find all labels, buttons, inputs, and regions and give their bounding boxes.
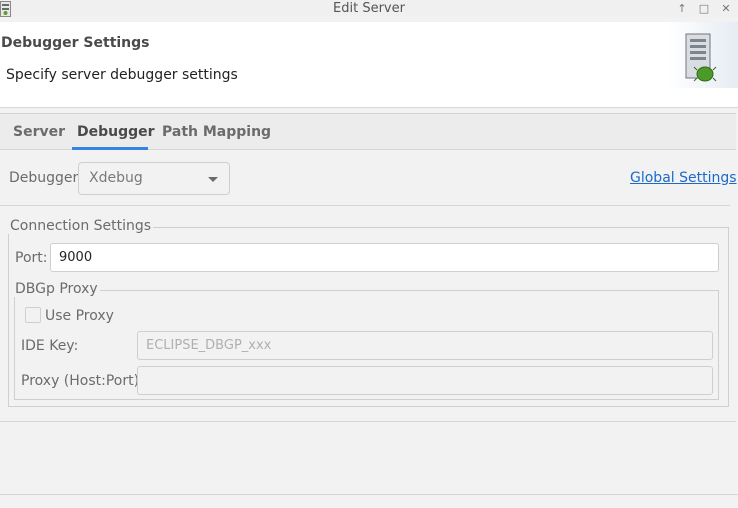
tab-path-mapping[interactable]: Path Mapping	[162, 114, 271, 151]
maximize-icon: □	[698, 2, 710, 15]
divider	[0, 205, 730, 206]
ide-key-field[interactable]: ECLIPSE_DBGP_xxx	[137, 331, 713, 360]
tab-bar: Server Debugger Path Mapping	[0, 113, 736, 150]
dbgp-proxy-title: DBGp Proxy	[13, 281, 100, 297]
debugger-label: Debugger:	[9, 170, 83, 186]
page-description: Specify server debugger settings	[6, 67, 238, 83]
close-icon: ✕	[721, 2, 731, 15]
footer-divider	[0, 494, 738, 495]
page-title: Debugger Settings	[1, 35, 150, 51]
use-proxy-label: Use Proxy	[45, 308, 114, 324]
title-bar: Edit Server ↑ □ ✕	[0, 0, 738, 17]
tab-server[interactable]: Server	[13, 114, 65, 151]
port-field[interactable]: 9000	[50, 243, 719, 272]
window-title: Edit Server	[333, 1, 405, 16]
port-label: Port:	[15, 250, 48, 266]
arrow-up-icon: ↑	[677, 2, 687, 15]
chevron-down-icon	[208, 177, 218, 182]
use-proxy-checkbox[interactable]	[25, 307, 41, 323]
pin-button[interactable]: ↑	[674, 0, 690, 17]
server-debug-icon	[668, 22, 738, 88]
ide-key-label: IDE Key:	[21, 338, 79, 354]
tab-debugger[interactable]: Debugger	[77, 114, 155, 151]
debugger-select[interactable]: Xdebug	[78, 162, 230, 195]
proxy-host-port-field[interactable]	[137, 366, 713, 395]
dialog-header: Debugger Settings Specify server debugge…	[0, 22, 738, 108]
debugger-selected-value: Xdebug	[89, 170, 143, 186]
maximize-button[interactable]: □	[696, 0, 712, 17]
proxy-host-port-label: Proxy (Host:Port):	[21, 373, 144, 389]
connection-settings-title: Connection Settings	[8, 218, 154, 234]
close-button[interactable]: ✕	[718, 0, 734, 17]
global-settings-link[interactable]: Global Settings	[630, 170, 737, 186]
